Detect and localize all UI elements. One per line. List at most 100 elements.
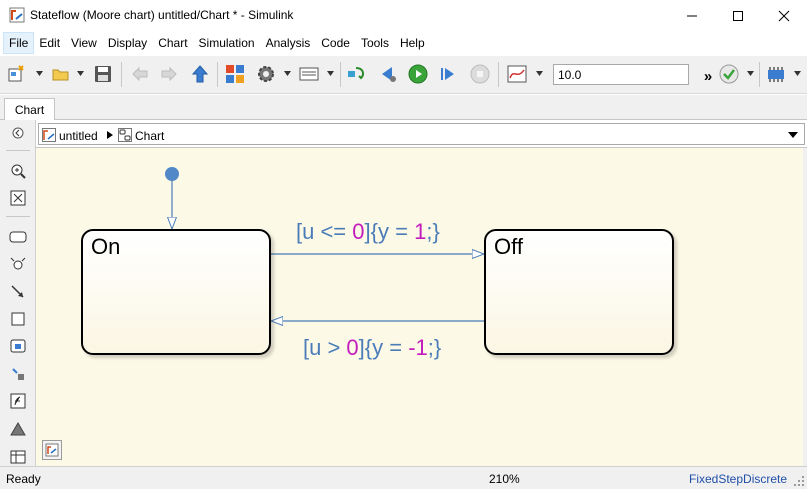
vertical-scrollbar[interactable] bbox=[803, 148, 807, 466]
junction-tool-button[interactable] bbox=[8, 254, 28, 274]
menu-analysis[interactable]: Analysis bbox=[261, 33, 316, 53]
scope-dropdown-icon[interactable] bbox=[536, 71, 543, 76]
build-button[interactable] bbox=[765, 63, 787, 85]
save-button[interactable] bbox=[92, 63, 114, 85]
menu-edit[interactable]: Edit bbox=[34, 33, 65, 53]
maximize-icon bbox=[733, 11, 743, 21]
state-tool-icon bbox=[9, 231, 27, 243]
check-button[interactable] bbox=[718, 63, 740, 85]
label-text: ]{y = bbox=[358, 335, 409, 360]
open-dropdown-icon[interactable] bbox=[77, 71, 84, 76]
breadcrumb-bar: untitled Chart bbox=[38, 123, 805, 145]
menu-tools[interactable]: Tools bbox=[356, 33, 394, 53]
run-button[interactable] bbox=[407, 63, 429, 85]
state-off[interactable]: Off bbox=[484, 229, 674, 355]
state-off-name: Off bbox=[494, 234, 523, 259]
annotation-button[interactable] bbox=[8, 419, 28, 439]
tab-chart[interactable]: Chart bbox=[4, 98, 55, 120]
new-dropdown-icon[interactable] bbox=[36, 71, 43, 76]
menu-simulation[interactable]: Simulation bbox=[194, 33, 260, 53]
library-browser-button[interactable] bbox=[224, 63, 246, 85]
back-button[interactable] bbox=[129, 63, 151, 85]
scope-button[interactable] bbox=[506, 63, 528, 85]
label-text: [u > bbox=[303, 335, 347, 360]
junction-tool-icon bbox=[10, 257, 26, 270]
settings-dropdown-icon[interactable] bbox=[284, 71, 291, 76]
toolbar-separator bbox=[340, 62, 341, 87]
update-diagram-button[interactable] bbox=[346, 63, 368, 85]
step-config-button[interactable] bbox=[377, 63, 399, 85]
up-to-parent-button[interactable] bbox=[189, 63, 211, 85]
chart-icon bbox=[118, 128, 132, 142]
history-junction-button[interactable] bbox=[8, 364, 28, 384]
stop-icon bbox=[470, 64, 490, 84]
library-browser-icon bbox=[226, 65, 244, 83]
state-on[interactable]: On bbox=[81, 229, 271, 355]
truth-table-icon bbox=[10, 450, 26, 464]
matlab-function-button[interactable] bbox=[8, 391, 28, 411]
toolbar-overflow[interactable]: » bbox=[697, 65, 719, 87]
open-folder-icon bbox=[52, 69, 69, 81]
breadcrumb-dropdown-icon[interactable] bbox=[788, 132, 798, 138]
window-title: Stateflow (Moore chart) untitled/Chart *… bbox=[30, 8, 294, 22]
object-palette bbox=[0, 120, 36, 466]
label-text: ;} bbox=[427, 335, 442, 360]
check-dropdown-icon[interactable] bbox=[747, 71, 754, 76]
breadcrumb-item-chart[interactable]: Chart bbox=[135, 129, 164, 143]
simulink-function-button[interactable] bbox=[8, 336, 28, 356]
zoom-level: 210% bbox=[489, 472, 520, 486]
step-forward-button[interactable] bbox=[437, 63, 459, 85]
menu-file[interactable]: File bbox=[2, 32, 35, 54]
explorer-bar-button[interactable] bbox=[42, 440, 62, 460]
transition-tool-icon bbox=[11, 285, 24, 298]
minimize-icon bbox=[687, 15, 697, 17]
state-tool-button[interactable] bbox=[8, 227, 28, 247]
check-icon bbox=[719, 64, 739, 84]
state-on-name: On bbox=[91, 234, 121, 259]
menu-code[interactable]: Code bbox=[316, 33, 355, 53]
save-icon bbox=[95, 66, 111, 82]
fit-to-view-icon bbox=[10, 190, 26, 206]
build-icon bbox=[768, 67, 784, 82]
model-icon bbox=[42, 128, 56, 142]
stop-time-input[interactable]: 10.0 bbox=[553, 64, 689, 85]
zoom-in-button[interactable] bbox=[8, 161, 28, 181]
menu-view[interactable]: View bbox=[66, 33, 102, 53]
build-dropdown-icon[interactable] bbox=[794, 71, 801, 76]
transition-tool-button[interactable] bbox=[8, 282, 28, 302]
status-ready: Ready bbox=[6, 472, 41, 486]
minimize-button[interactable] bbox=[669, 0, 715, 32]
fit-to-view-button[interactable] bbox=[8, 188, 28, 208]
chart-canvas[interactable]: On Off [u <= 0]{y = 1;} [u > 0]{y = -1;} bbox=[36, 148, 803, 466]
menu-help[interactable]: Help bbox=[395, 33, 430, 53]
menu-display[interactable]: Display bbox=[103, 33, 152, 53]
model-settings-button[interactable] bbox=[255, 63, 277, 85]
run-icon bbox=[408, 64, 428, 84]
step-forward-icon bbox=[441, 68, 454, 80]
transition-label-on-to-off[interactable]: [u <= 0]{y = 1;} bbox=[296, 219, 440, 245]
stop-button[interactable] bbox=[469, 63, 491, 85]
title-bar: Stateflow (Moore chart) untitled/Chart *… bbox=[0, 0, 807, 32]
menu-chart[interactable]: Chart bbox=[153, 33, 192, 53]
model-explorer-button[interactable] bbox=[298, 63, 320, 85]
solver-link[interactable]: FixedStepDiscrete bbox=[689, 472, 787, 486]
new-model-button[interactable] bbox=[6, 63, 28, 85]
hide-palette-button[interactable] bbox=[8, 123, 28, 143]
box-tool-button[interactable] bbox=[8, 309, 28, 329]
default-transition-dot[interactable] bbox=[165, 167, 179, 181]
truth-table-button[interactable] bbox=[8, 447, 28, 467]
breadcrumb-item-untitled[interactable]: untitled bbox=[59, 129, 98, 143]
label-text: [u <= bbox=[296, 219, 353, 244]
open-button[interactable] bbox=[50, 63, 72, 85]
resize-grip-icon[interactable] bbox=[793, 475, 805, 487]
toolbar-separator bbox=[217, 62, 218, 87]
explorer-dropdown-icon[interactable] bbox=[327, 71, 334, 76]
close-button[interactable] bbox=[761, 0, 807, 32]
maximize-button[interactable] bbox=[715, 0, 761, 32]
palette-separator bbox=[6, 216, 30, 217]
forward-button[interactable] bbox=[158, 63, 180, 85]
transition-label-off-to-on[interactable]: [u > 0]{y = -1;} bbox=[303, 335, 441, 361]
hide-palette-icon bbox=[12, 127, 24, 139]
label-literal: -1 bbox=[408, 335, 428, 360]
label-text: ;} bbox=[426, 219, 440, 244]
